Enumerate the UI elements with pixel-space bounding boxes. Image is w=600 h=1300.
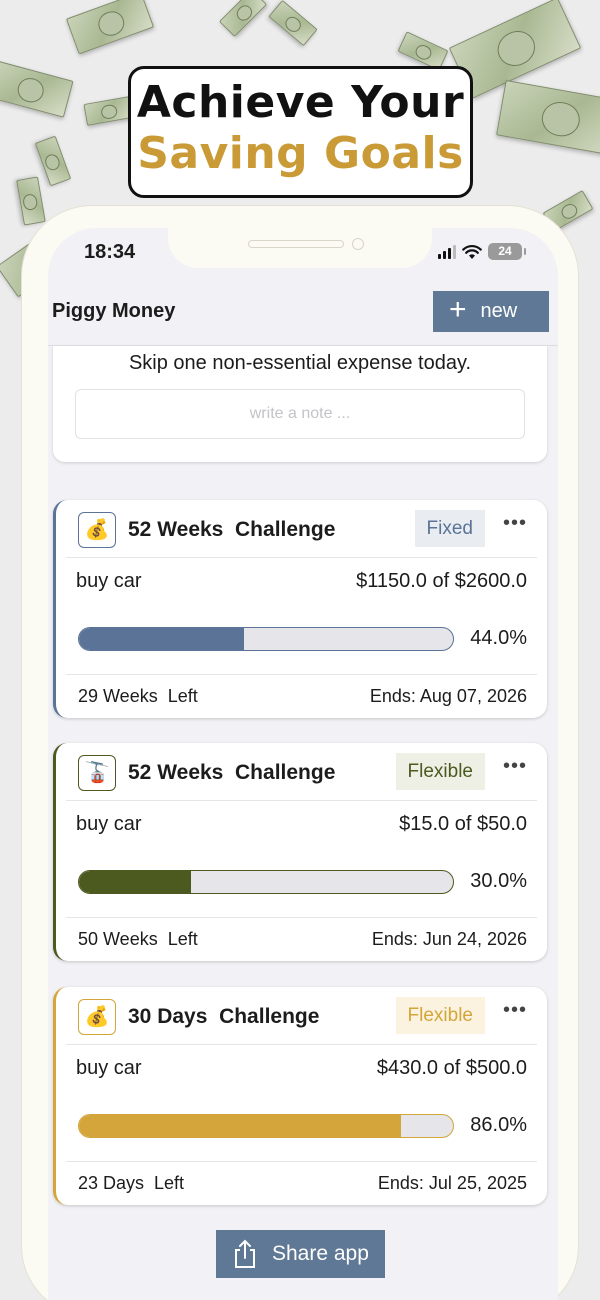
app-title: Piggy Money <box>52 300 176 322</box>
progress-percent: 44.0% <box>470 627 527 649</box>
progress-bar <box>78 1114 454 1138</box>
challenge-card[interactable]: 💰 52 Weeks Challenge Fixed ••• buy car $1150.… <box>53 500 547 718</box>
money-bag-icon: 💰 <box>78 512 116 548</box>
card-divider <box>66 674 537 675</box>
time-left: 50 Weeks Left <box>78 929 198 949</box>
progress-percent: 30.0% <box>470 870 527 892</box>
challenge-type-badge: Flexible <box>395 997 485 1034</box>
end-date: Ends: Jun 24, 2026 <box>371 929 527 949</box>
share-app-button[interactable]: Share app <box>216 1230 385 1278</box>
phone-notch <box>168 218 432 268</box>
progress-fill <box>79 1115 401 1137</box>
challenge-type-badge: Flexible <box>395 753 485 790</box>
new-challenge-button[interactable]: + new <box>433 291 549 332</box>
time-left: 23 Days Left <box>78 1173 185 1193</box>
challenge-title: 52 Weeks Challenge <box>128 518 336 541</box>
header-divider <box>48 345 558 346</box>
promo-headline: Achieve Your Saving Goals <box>128 66 473 198</box>
more-options-icon[interactable]: ••• <box>503 755 527 778</box>
cable-car-icon: 🚡 <box>78 755 116 791</box>
end-date: Ends: Jul 25, 2025 <box>377 1173 527 1193</box>
goal-name: buy car <box>76 813 142 835</box>
progress-bar <box>78 627 454 651</box>
status-icons: 24 <box>438 243 526 260</box>
challenge-type-badge: Fixed <box>414 510 485 547</box>
card-divider <box>66 917 537 918</box>
card-divider <box>66 1044 537 1045</box>
card-divider <box>66 557 537 558</box>
share-button-label: Share app <box>272 1242 369 1265</box>
headline-line-1: Achieve Your <box>136 77 465 128</box>
tip-text: Skip one non-essential expense today. <box>128 352 472 374</box>
card-divider <box>66 800 537 801</box>
more-options-icon[interactable]: ••• <box>503 999 527 1022</box>
battery-icon: 24 <box>488 243 526 260</box>
wifi-icon <box>462 244 482 259</box>
challenge-title: 52 Weeks Challenge <box>128 761 336 784</box>
goal-name: buy car <box>76 1057 142 1079</box>
time-left: 29 Weeks Left <box>78 686 198 706</box>
progress-fill <box>79 628 244 650</box>
speaker-icon <box>248 240 344 248</box>
progress-fill <box>79 871 192 893</box>
new-button-label: new <box>480 300 518 322</box>
share-icon <box>235 1239 255 1268</box>
progress-bar <box>78 870 454 894</box>
plus-icon: + <box>449 293 467 326</box>
cellular-signal-icon <box>438 244 456 259</box>
challenge-card[interactable]: 🚡 52 Weeks Challenge Flexible ••• buy car $15… <box>53 743 547 961</box>
saved-amount: $15.0 of $50.0 <box>399 813 527 835</box>
progress-percent: 86.0% <box>470 1114 527 1136</box>
card-divider <box>66 1161 537 1162</box>
end-date: Ends: Aug 07, 2026 <box>369 686 527 706</box>
headline-line-2: Saving Goals <box>137 128 464 179</box>
saved-amount: $1150.0 of $2600.0 <box>356 570 527 592</box>
note-input[interactable] <box>75 389 525 439</box>
challenge-title: 30 Days Challenge <box>128 1005 320 1028</box>
camera-icon <box>352 238 364 250</box>
challenge-card[interactable]: 💰 30 Days Challenge Flexible ••• buy car $430… <box>53 987 547 1205</box>
goal-name: buy car <box>76 570 142 592</box>
saved-amount: $430.0 of $500.0 <box>376 1057 527 1079</box>
status-time: 18:34 <box>84 241 136 263</box>
more-options-icon[interactable]: ••• <box>503 512 527 535</box>
daily-tip-card: Skip one non-essential expense today. <box>53 346 547 462</box>
money-bag-icon: 💰 <box>78 999 116 1035</box>
